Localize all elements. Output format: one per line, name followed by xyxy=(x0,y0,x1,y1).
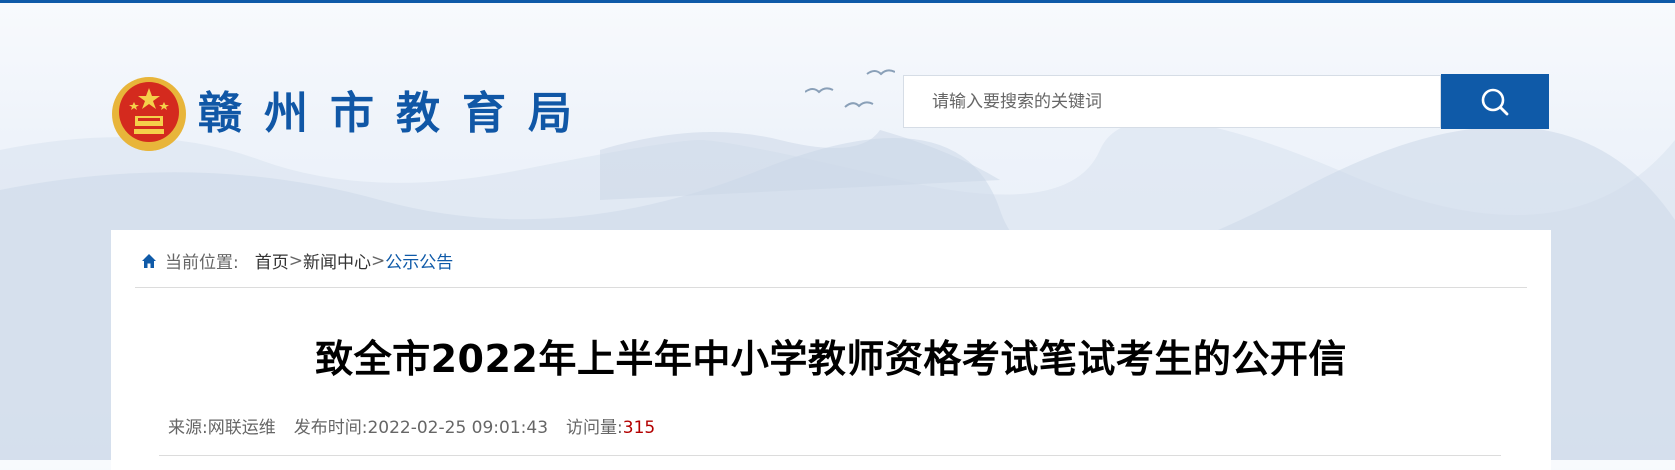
home-icon xyxy=(142,253,156,268)
breadcrumb-separator: > xyxy=(370,250,386,271)
views-count: 315 xyxy=(622,418,656,438)
site-logo[interactable]: 赣州市教育局 xyxy=(110,74,594,154)
source-value: 网联运维 xyxy=(207,418,276,438)
views-label: 访问量: xyxy=(566,418,623,438)
breadcrumb-announcements-link[interactable]: 公示公告 xyxy=(385,248,453,273)
breadcrumb-news-center-link[interactable]: 新闻中心 xyxy=(303,248,371,273)
site-header: 赣州市教育局 xyxy=(0,0,1675,230)
breadcrumb-divider xyxy=(135,287,1527,288)
search-bar xyxy=(903,74,1549,129)
search-icon xyxy=(1481,88,1509,115)
meta-divider xyxy=(159,455,1501,456)
search-input[interactable] xyxy=(903,75,1441,128)
site-name: 赣州市教育局 xyxy=(198,88,594,139)
article-meta: 来源:网联运维 发布时间:2022-02-25 09:01:43 访问量:315 xyxy=(168,413,655,438)
published-value: 2022-02-25 09:01:43 xyxy=(367,418,549,438)
breadcrumb-label: 当前位置: xyxy=(165,253,239,273)
article-panel: 当前位置: 首页 > 新闻中心 > 公示公告 致全市2022年上半年中小学教师资… xyxy=(111,230,1551,470)
breadcrumb: 当前位置: 首页 > 新闻中心 > 公示公告 xyxy=(141,248,453,273)
breadcrumb-home-link[interactable]: 首页 xyxy=(255,248,289,273)
breadcrumb-separator: > xyxy=(288,250,303,271)
article-source: 来源:网联运维 xyxy=(168,413,276,438)
birds-decoration xyxy=(805,69,895,108)
article-published: 发布时间:2022-02-25 09:01:43 xyxy=(294,413,548,438)
published-label: 发布时间: xyxy=(293,418,368,438)
search-button[interactable] xyxy=(1441,74,1549,129)
source-label: 来源: xyxy=(168,418,208,438)
article-title: 致全市2022年上半年中小学教师资格考试笔试考生的公开信 xyxy=(315,337,1347,381)
article-views: 访问量:315 xyxy=(566,413,655,438)
national-emblem-icon xyxy=(112,77,186,151)
